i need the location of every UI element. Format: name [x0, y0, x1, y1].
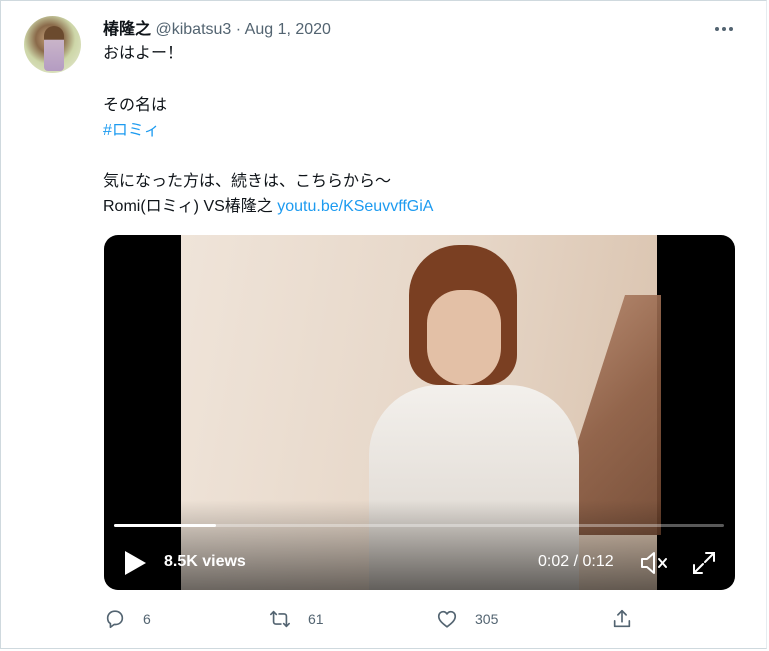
avatar[interactable] [24, 16, 81, 73]
video-player[interactable]: 8.5K views 0:02 / 0:12 [104, 235, 735, 590]
retweet-button[interactable]: 61 [269, 607, 324, 631]
video-views: 8.5K views [164, 553, 246, 570]
reply-button[interactable]: 6 [104, 607, 151, 631]
like-icon [437, 610, 457, 628]
youtube-link[interactable]: youtu.be/KSeuvvffGiA [277, 198, 433, 215]
author-handle[interactable]: @kibatsu3 [155, 21, 231, 38]
video-title-text: Romi(ロミィ) VS椿隆之 [103, 198, 278, 215]
share-icon [613, 609, 631, 628]
mute-icon[interactable] [639, 549, 669, 577]
avatar-figure [44, 26, 64, 71]
tweet-card: 椿隆之 @kibatsu3 · Aug 1, 2020 おはよー！ その名は #… [0, 0, 767, 649]
tweet-text-video-line: Romi(ロミィ) VS椿隆之 youtu.be/KSeuvvffGiA [103, 196, 433, 218]
video-progress-fill [114, 524, 216, 527]
reply-count: 6 [143, 611, 151, 627]
play-icon[interactable] [122, 549, 148, 577]
more-icon[interactable] [711, 19, 737, 39]
share-button[interactable] [611, 607, 633, 631]
video-time: 0:02 / 0:12 [538, 553, 614, 570]
reply-icon [106, 610, 124, 629]
tweet-text-greeting: おはよー！ [103, 45, 184, 62]
retweet-count: 61 [308, 611, 324, 627]
header-separator: · [231, 21, 245, 38]
like-button[interactable]: 305 [436, 607, 498, 631]
expand-icon[interactable] [691, 550, 717, 576]
video-progress-bar[interactable] [114, 524, 724, 527]
tweet-date[interactable]: Aug 1, 2020 [245, 21, 331, 38]
hashtag-link[interactable]: #ロミィ [103, 120, 160, 142]
like-count: 305 [475, 611, 499, 627]
tweet-text-name-intro: その名は [103, 97, 168, 114]
retweet-icon [270, 610, 290, 628]
author-name[interactable]: 椿隆之 [103, 21, 151, 38]
staircase [571, 295, 661, 535]
person-face [427, 290, 501, 385]
tweet-header: 椿隆之 @kibatsu3 · Aug 1, 2020 [103, 19, 331, 41]
tweet-text-continue: 気になった方は、続きは、こちらから～ [103, 173, 392, 190]
